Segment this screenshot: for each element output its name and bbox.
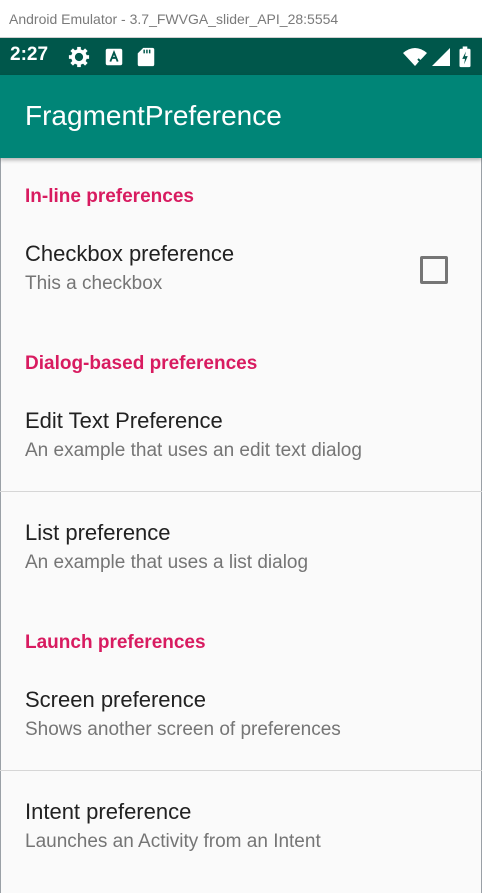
category-launch-preferences: Launch preferences <box>25 632 206 653</box>
intent-preference-summary: Launches an Activity from an Intent <box>25 831 321 852</box>
window-title-bar: Android Emulator - 3.7_FWVGA_slider_API_… <box>0 0 482 38</box>
category-inline-preferences: In-line preferences <box>25 186 194 207</box>
intent-preference[interactable]: Intent preference Launches an Activity f… <box>0 799 482 859</box>
window-title: Android Emulator - 3.7_FWVGA_slider_API_… <box>9 11 339 27</box>
status-bar: 2:27 <box>0 38 482 75</box>
signal-icon <box>432 48 450 66</box>
divider <box>0 770 482 771</box>
divider <box>0 491 482 492</box>
list-preference[interactable]: List preference An example that uses a l… <box>0 520 482 580</box>
list-preference-summary: An example that uses a list dialog <box>25 552 309 573</box>
sd-card-icon <box>137 47 155 67</box>
battery-icon <box>459 46 471 68</box>
checkbox-preference[interactable]: Checkbox preference This a checkbox <box>0 241 482 301</box>
screen-preference-summary: Shows another screen of preferences <box>25 719 341 740</box>
text-a-icon <box>105 48 123 66</box>
settings-icon <box>68 46 90 68</box>
status-time: 2:27 <box>10 44 49 65</box>
app-title: FragmentPreference <box>25 100 282 131</box>
edit-text-preference[interactable]: Edit Text Preference An example that use… <box>0 408 482 468</box>
screen-preference-title: Screen preference <box>25 687 206 712</box>
screen-preference[interactable]: Screen preference Shows another screen o… <box>0 687 482 747</box>
checkbox-preference-title: Checkbox preference <box>25 241 235 266</box>
edit-text-preference-summary: An example that uses an edit text dialog <box>25 440 362 461</box>
list-preference-title: List preference <box>25 520 171 545</box>
category-dialog-based-preferences: Dialog-based preferences <box>25 353 258 374</box>
intent-preference-title: Intent preference <box>25 799 192 824</box>
wifi-icon <box>403 48 427 66</box>
edit-text-preference-title: Edit Text Preference <box>25 408 223 433</box>
app-bar: FragmentPreference <box>0 75 482 158</box>
checkbox-preference-summary: This a checkbox <box>25 273 163 294</box>
checkbox-preference-checkbox[interactable] <box>420 256 448 284</box>
